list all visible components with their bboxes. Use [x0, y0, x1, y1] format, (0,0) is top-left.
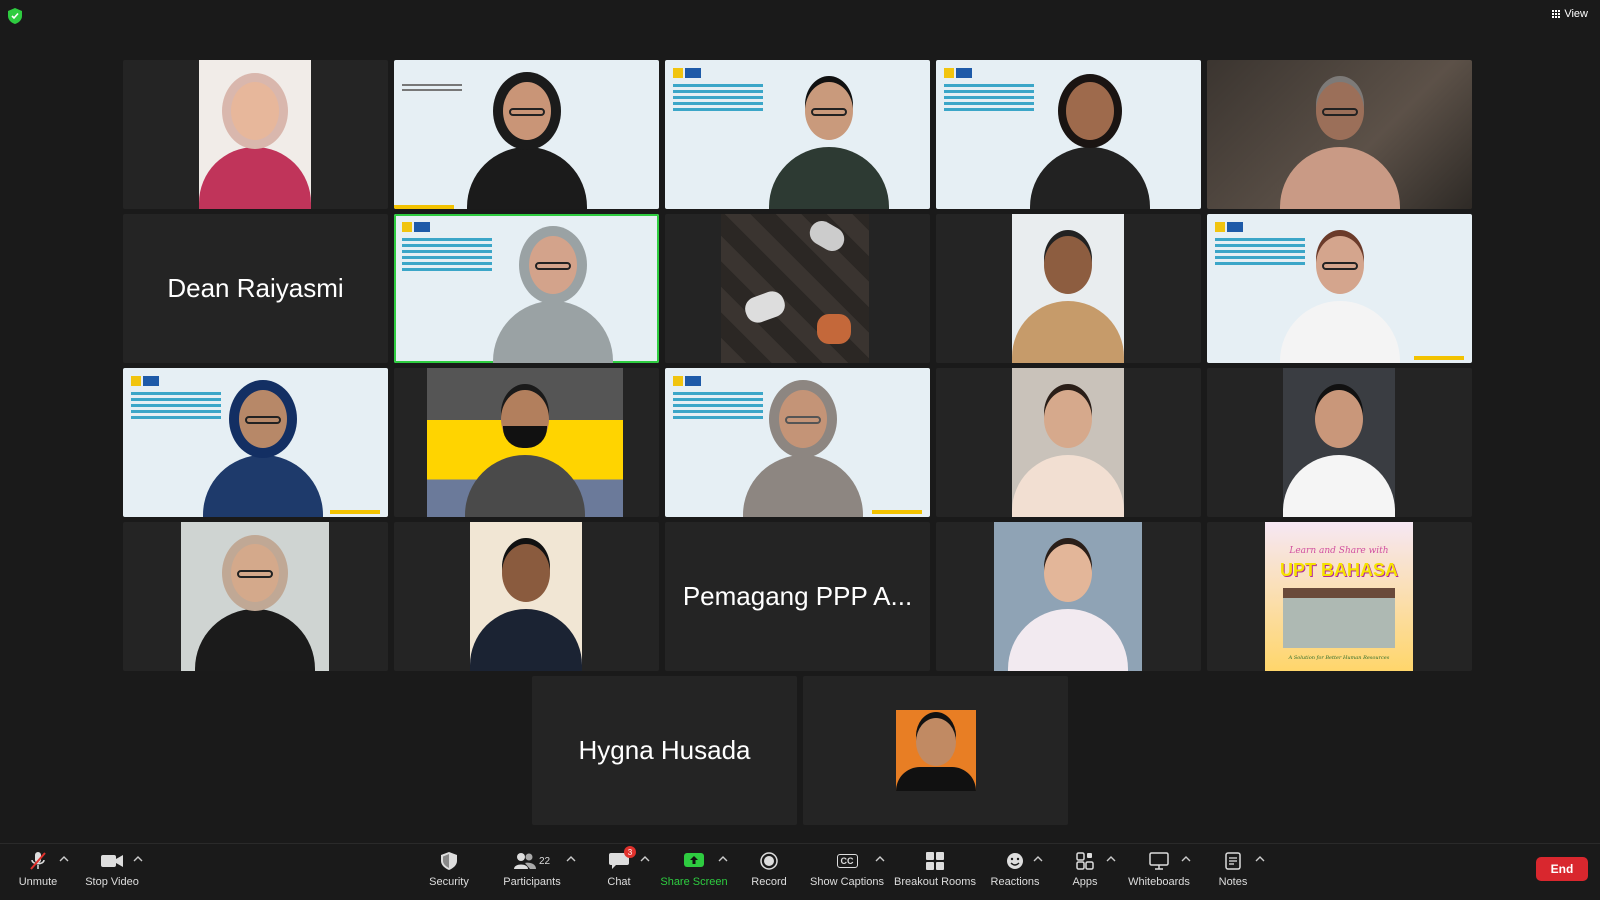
unmute-label: Unmute [18, 876, 58, 888]
stop-video-label: Stop Video [85, 876, 139, 888]
participant-video [1012, 368, 1124, 517]
participant-name: Pemagang PPP A... [682, 581, 913, 611]
video-tile[interactable] [394, 60, 659, 209]
participant-video [470, 522, 582, 671]
notes-icon [1225, 850, 1241, 872]
closed-captions-icon: CC [836, 850, 858, 872]
share-screen-label: Share Screen [660, 876, 728, 888]
notes-options-caret-icon[interactable] [1255, 856, 1265, 862]
participants-label: Participants [503, 876, 561, 888]
participant-profile-photo [896, 710, 976, 791]
banner-line2: UPT BAHASA [1279, 560, 1398, 580]
participant-video [427, 368, 623, 517]
record-label: Record [751, 876, 787, 888]
participant-video [1207, 60, 1472, 209]
participant-video [181, 522, 329, 671]
participant-video [123, 368, 388, 517]
upt-bahasa-banner: Learn and Share with UPT BAHASA A Soluti… [1265, 522, 1413, 671]
captions-options-caret-icon[interactable] [875, 856, 885, 862]
participant-name: Hygna Husada [578, 735, 751, 765]
video-tile[interactable] [1207, 60, 1472, 209]
video-tile[interactable] [1207, 368, 1472, 517]
chat-label: Chat [607, 876, 631, 888]
chat-unread-badge: 3 [624, 846, 636, 858]
participant-video [1207, 214, 1472, 363]
participant-video [665, 368, 930, 517]
whiteboards-label: Whiteboards [1128, 876, 1190, 888]
participant-video [394, 60, 659, 209]
stop-video-button[interactable]: Stop Video [66, 850, 158, 888]
video-tile[interactable] [123, 368, 388, 517]
participant-video [199, 60, 311, 209]
end-meeting-button[interactable]: End [1536, 857, 1588, 881]
participants-button[interactable]: 22 Participants [486, 850, 578, 888]
video-tile[interactable] [665, 368, 930, 517]
muted-microphone-icon [28, 850, 48, 872]
grid-view-icon [1552, 10, 1561, 18]
whiteboard-icon [1149, 850, 1169, 872]
participants-count: 22 [538, 855, 551, 867]
gallery-view: Dean Raiyasmi Pemagang PPP A... Learn an… [123, 60, 1477, 830]
video-camera-icon [101, 850, 123, 872]
video-tile[interactable] [665, 60, 930, 209]
security-label: Security [429, 876, 469, 888]
security-shield-icon [441, 850, 457, 872]
video-tile[interactable] [936, 214, 1201, 363]
participant-video [394, 214, 659, 363]
video-tile[interactable] [1207, 214, 1472, 363]
apps-icon [1076, 850, 1094, 872]
participant-video [665, 60, 930, 209]
video-tile[interactable]: Hygna Husada [532, 676, 797, 825]
video-tile[interactable] [394, 368, 659, 517]
video-tile[interactable] [936, 522, 1201, 671]
participant-video [936, 60, 1201, 209]
video-tile[interactable] [665, 214, 930, 363]
participant-video [994, 522, 1142, 671]
view-button[interactable]: View [1552, 8, 1588, 20]
breakout-rooms-label: Breakout Rooms [894, 876, 976, 888]
banner-line1: Learn and Share with [1289, 546, 1389, 556]
active-speaker-tile[interactable] [394, 214, 659, 363]
meeting-controls-toolbar: Unmute Stop Video Security 22 Participan… [0, 843, 1600, 900]
reactions-label: Reactions [990, 876, 1040, 888]
view-label: View [1564, 8, 1588, 20]
participants-icon: 22 [513, 850, 551, 872]
chat-bubble-icon: 3 [609, 846, 636, 872]
video-tile[interactable] [936, 368, 1201, 517]
share-screen-icon [683, 850, 705, 872]
breakout-rooms-icon [926, 850, 944, 872]
participant-video [1012, 214, 1124, 363]
show-captions-label: Show Captions [810, 876, 884, 888]
video-tile[interactable] [123, 522, 388, 671]
video-tile[interactable] [936, 60, 1201, 209]
participant-video [721, 214, 869, 363]
participant-name: Dean Raiyasmi [167, 273, 344, 303]
video-tile[interactable]: Learn and Share with UPT BAHASA A Soluti… [1207, 522, 1472, 671]
record-icon [760, 850, 778, 872]
smiley-face-icon [1006, 850, 1024, 872]
apps-label: Apps [1072, 876, 1098, 888]
breakout-rooms-button[interactable]: Breakout Rooms [889, 850, 981, 888]
video-tile[interactable] [803, 676, 1068, 825]
banner-line3: A Solution for Better Human Resources [1288, 655, 1390, 661]
video-tile[interactable]: Dean Raiyasmi [123, 214, 388, 363]
notes-button[interactable]: Notes [1187, 850, 1279, 888]
notes-label: Notes [1218, 876, 1248, 888]
video-tile[interactable] [123, 60, 388, 209]
encryption-shield-icon[interactable] [8, 8, 22, 24]
video-tile[interactable]: Pemagang PPP A... [665, 522, 930, 671]
security-button[interactable]: Security [403, 850, 495, 888]
video-options-caret-icon[interactable] [133, 856, 143, 862]
participant-video [1283, 368, 1395, 517]
video-tile[interactable] [394, 522, 659, 671]
